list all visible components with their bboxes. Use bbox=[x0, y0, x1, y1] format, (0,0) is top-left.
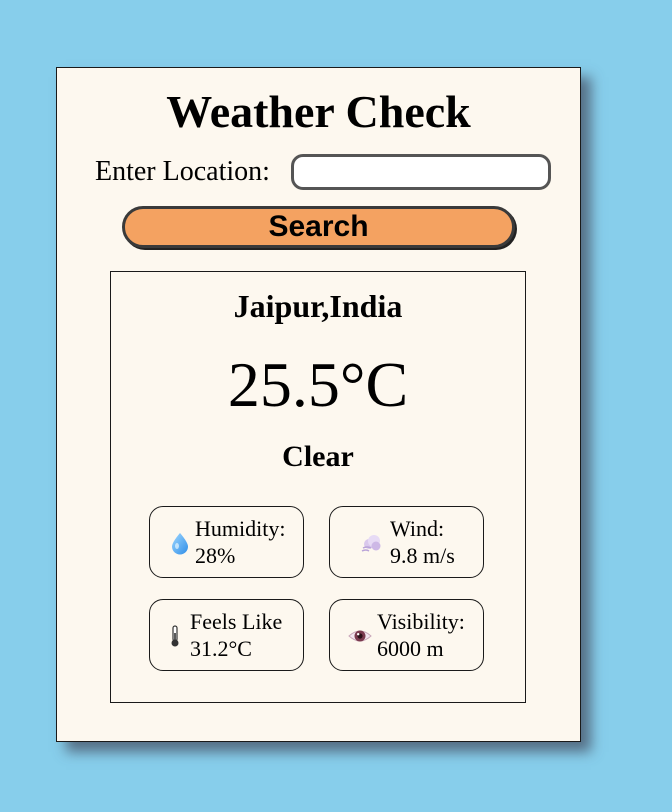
temperature-value: 25.5°C bbox=[227, 349, 409, 420]
search-button[interactable]: Search bbox=[122, 206, 515, 248]
location-label: Enter Location: bbox=[95, 156, 270, 187]
feels-like-label: Feels Like bbox=[190, 609, 283, 634]
humidity-label: Humidity: bbox=[195, 516, 286, 541]
weather-condition: Clear bbox=[282, 440, 354, 473]
thermometer-icon bbox=[171, 625, 179, 647]
wind-cloud-icon bbox=[361, 535, 381, 552]
humidity-stat: Humidity: 28% bbox=[149, 506, 304, 578]
visibility-label: Visibility: bbox=[377, 609, 465, 634]
wind-label: Wind: bbox=[390, 516, 445, 541]
app-title: Weather Check bbox=[166, 86, 471, 137]
humidity-value: 28% bbox=[195, 543, 236, 568]
eye-icon bbox=[348, 630, 372, 642]
wind-stat: Wind: 9.8 m/s bbox=[329, 506, 484, 578]
visibility-stat: Visibility: 6000 m bbox=[329, 599, 484, 671]
wind-value: 9.8 m/s bbox=[390, 543, 455, 568]
weather-card: Weather Check Enter Location: Search Jai… bbox=[56, 67, 581, 742]
feels-like-value: 31.2°C bbox=[190, 636, 252, 661]
visibility-value: 6000 m bbox=[377, 636, 444, 661]
location-name: Jaipur,India bbox=[233, 288, 403, 324]
location-input[interactable] bbox=[291, 154, 551, 190]
weather-result-panel: Jaipur,India 25.5°C Clear Humidity: 28% bbox=[110, 271, 526, 703]
feels-like-stat: Feels Like 31.2°C bbox=[149, 599, 304, 671]
water-drop-icon bbox=[172, 533, 188, 555]
